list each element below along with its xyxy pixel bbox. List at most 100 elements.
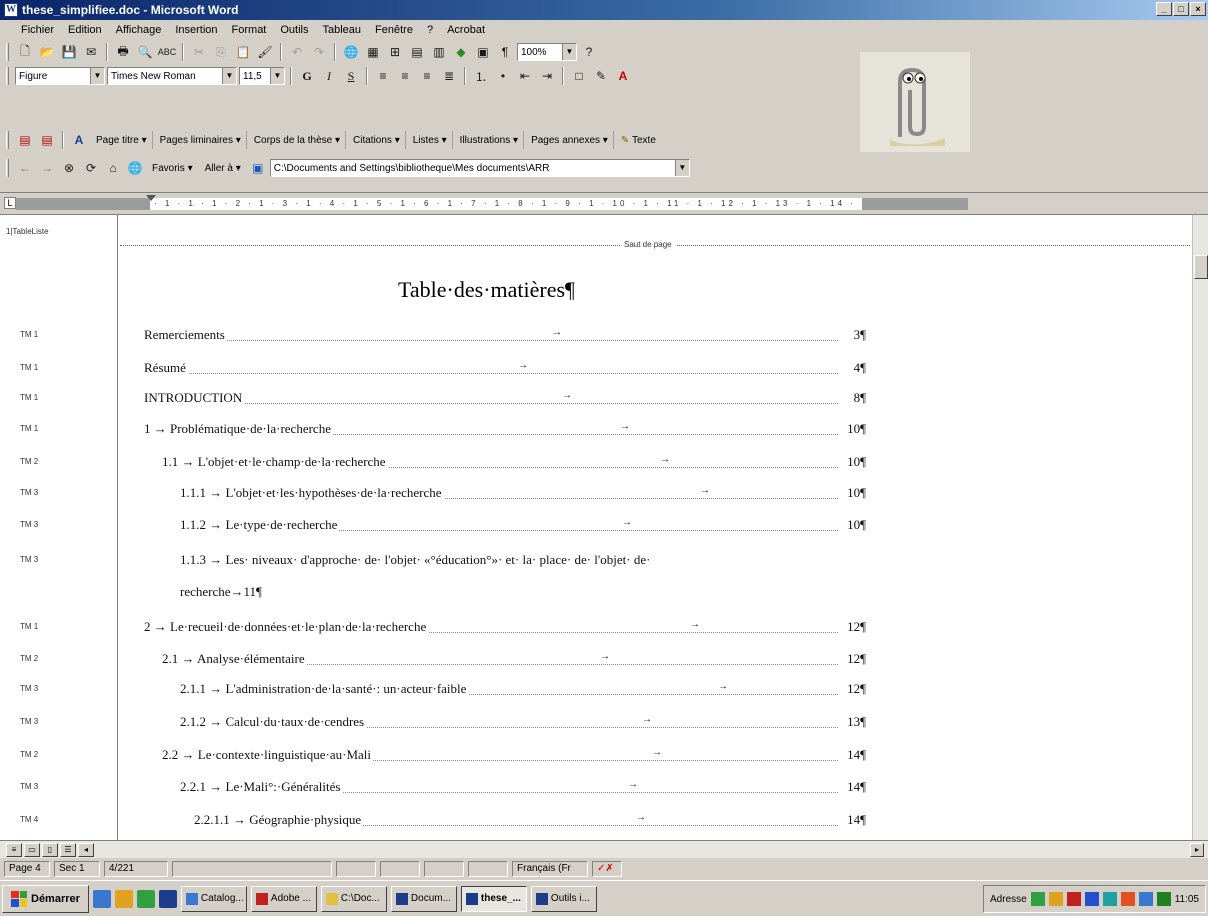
columns-icon[interactable]: ▥: [429, 42, 449, 62]
bold-icon[interactable]: G: [297, 66, 317, 86]
menu-fenetre[interactable]: Fenêtre: [370, 24, 418, 36]
help-icon[interactable]: ?: [579, 42, 599, 62]
start-button[interactable]: Démarrer: [2, 884, 89, 913]
menu-insertion[interactable]: Insertion: [170, 24, 222, 36]
web-view-icon[interactable]: ▭: [24, 843, 40, 857]
font-size-select[interactable]: 11,5 ▼: [239, 67, 285, 85]
hyperlink-icon[interactable]: 🌐: [341, 42, 361, 62]
undo-icon[interactable]: ↶: [287, 42, 307, 62]
toc-entry[interactable]: 2.1.1 → L'administration·de·la·santé·: u…: [180, 681, 866, 699]
toc-entry[interactable]: INTRODUCTION → 8¶: [144, 390, 866, 408]
vertical-scrollbar[interactable]: [1192, 215, 1208, 841]
outline-view-icon[interactable]: ☰: [60, 843, 76, 857]
menu-format[interactable]: Format: [227, 24, 272, 36]
horizontal-ruler[interactable]: L · 1 · 1 · 1 · 2 · 1 · 3 · 1 · 4 · 1 · …: [0, 192, 1208, 214]
spelling-icon[interactable]: ABC: [157, 42, 177, 62]
align-center-icon[interactable]: ≡: [395, 66, 415, 86]
listes-menu[interactable]: Listes ▾: [408, 131, 453, 149]
italic-icon[interactable]: I: [319, 66, 339, 86]
toc-entry-label[interactable]: 1.1.3 → Les· niveaux· d'approche· de· l'…: [180, 552, 866, 568]
messenger-icon[interactable]: [1156, 892, 1171, 906]
show-hide-icon[interactable]: ¶: [495, 42, 515, 62]
font-select[interactable]: Times New Roman ▼: [107, 67, 237, 85]
insert-excel-icon[interactable]: ▤: [407, 42, 427, 62]
menu-fichier[interactable]: Fichier: [16, 24, 59, 36]
task-outils[interactable]: Outils i...: [530, 885, 597, 912]
outlook-quicklaunch-icon[interactable]: [114, 889, 133, 908]
scroll-thumb[interactable]: [1194, 255, 1208, 279]
word-quicklaunch-icon[interactable]: [158, 889, 177, 908]
underline-icon[interactable]: S: [341, 66, 361, 86]
web-address-field[interactable]: C:\Documents and Settings\bibliotheque\M…: [269, 159, 690, 177]
font-color-icon[interactable]: A: [613, 66, 633, 86]
forward-arrow-icon[interactable]: →: [37, 158, 57, 178]
calendar-icon[interactable]: ▤: [15, 130, 35, 150]
menu-help[interactable]: ?: [422, 24, 438, 36]
align-left-icon[interactable]: ≡: [373, 66, 393, 86]
scroll-right-icon[interactable]: ▸: [1190, 843, 1204, 857]
maximize-button[interactable]: □: [1173, 2, 1189, 16]
ie-quicklaunch-icon[interactable]: [92, 889, 111, 908]
page-view-icon[interactable]: ▯: [42, 843, 58, 857]
title-bar[interactable]: W these_simplifiee.doc - Microsoft Word …: [0, 0, 1208, 20]
update-icon[interactable]: [1084, 892, 1099, 906]
toc-entry[interactable]: 2.1.2 → Calcul·du·taux·de·cendres → 13¶: [180, 714, 866, 732]
toc-entry[interactable]: 2 → Le·recueil·de·données·et·le·plan·de·…: [144, 619, 866, 637]
word-app-icon[interactable]: W: [4, 3, 18, 17]
open-folder-icon[interactable]: 📂: [37, 42, 57, 62]
network-icon[interactable]: [1030, 892, 1045, 906]
indent-marker[interactable]: [146, 195, 156, 201]
volume-icon[interactable]: [1048, 892, 1063, 906]
menu-edition[interactable]: Edition: [63, 24, 107, 36]
document-map-icon[interactable]: ▣: [473, 42, 493, 62]
pages-liminaires-menu[interactable]: Pages liminaires ▾: [155, 131, 247, 149]
texte-button[interactable]: ✎ Texte: [616, 131, 661, 149]
printer-tray-icon[interactable]: [1102, 892, 1117, 906]
search-web-icon[interactable]: 🌐: [125, 158, 145, 178]
drawing-icon[interactable]: ◆: [451, 42, 471, 62]
security-icon[interactable]: [1120, 892, 1135, 906]
scroll-left-icon[interactable]: ◂: [78, 843, 94, 857]
new-document-icon[interactable]: 🗋: [15, 42, 35, 62]
task-explorer[interactable]: C:\Doc...: [320, 885, 387, 912]
bullets-icon[interactable]: •: [493, 66, 513, 86]
numbering-icon[interactable]: ⒈: [471, 66, 491, 86]
illustrations-menu[interactable]: Illustrations ▾: [455, 131, 525, 149]
task-adobe[interactable]: Adobe ...: [250, 885, 317, 912]
zoom-select[interactable]: 100% ▼: [517, 43, 577, 61]
corps-these-menu[interactable]: Corps de la thèse ▾: [249, 131, 347, 149]
toc-entry[interactable]: 1.1 → L'objet·et·le·champ·de·la·recherch…: [162, 454, 866, 472]
language-icon[interactable]: [1138, 892, 1153, 906]
citations-menu[interactable]: Citations ▾: [348, 131, 406, 149]
home-icon[interactable]: ⌂: [103, 158, 123, 178]
toc-entry[interactable]: Remerciements → 3¶: [144, 327, 866, 345]
stop-icon[interactable]: ⊗: [59, 158, 79, 178]
justify-icon[interactable]: ≣: [439, 66, 459, 86]
menu-acrobat[interactable]: Acrobat: [442, 24, 490, 36]
toc-entry[interactable]: Résumé → 4¶: [144, 360, 866, 378]
menu-outils[interactable]: Outils: [275, 24, 313, 36]
save-icon[interactable]: 💾: [59, 42, 79, 62]
borders-icon[interactable]: □: [569, 66, 589, 86]
antivirus-icon[interactable]: [1066, 892, 1081, 906]
goto-menu[interactable]: Aller à ▾: [200, 159, 246, 177]
task-documents[interactable]: Docum...: [390, 885, 457, 912]
toc-entry[interactable]: 2.2.1.1 → Géographie·physique → 14¶: [194, 812, 866, 830]
decrease-indent-icon[interactable]: ⇤: [515, 66, 535, 86]
copy-icon[interactable]: ⎘: [211, 42, 231, 62]
style-select[interactable]: Figure ▼: [15, 67, 105, 85]
format-painter-icon[interactable]: 🖌: [255, 42, 275, 62]
calendar-alt-icon[interactable]: ▤: [37, 130, 57, 150]
align-right-icon[interactable]: ≡: [417, 66, 437, 86]
desktop-quicklaunch-icon[interactable]: [136, 889, 155, 908]
toc-entry[interactable]: 1.1.1 → L'objet·et·les·hypothèses·de·la·…: [180, 485, 866, 503]
office-assistant[interactable]: [860, 52, 970, 152]
minimize-button[interactable]: _: [1156, 2, 1172, 16]
highlight-icon[interactable]: ✎: [591, 66, 611, 86]
close-button[interactable]: ×: [1190, 2, 1206, 16]
insert-table-icon[interactable]: ⊞: [385, 42, 405, 62]
task-catalog[interactable]: Catalog...: [180, 885, 247, 912]
spelling-status-icon[interactable]: ✓✗: [592, 861, 622, 877]
toc-entry[interactable]: 1.1.2 → Le·type·de·recherche → 10¶: [180, 517, 866, 535]
document-area[interactable]: 1|TableListe Saut de page Table·des·mati…: [0, 214, 1208, 841]
